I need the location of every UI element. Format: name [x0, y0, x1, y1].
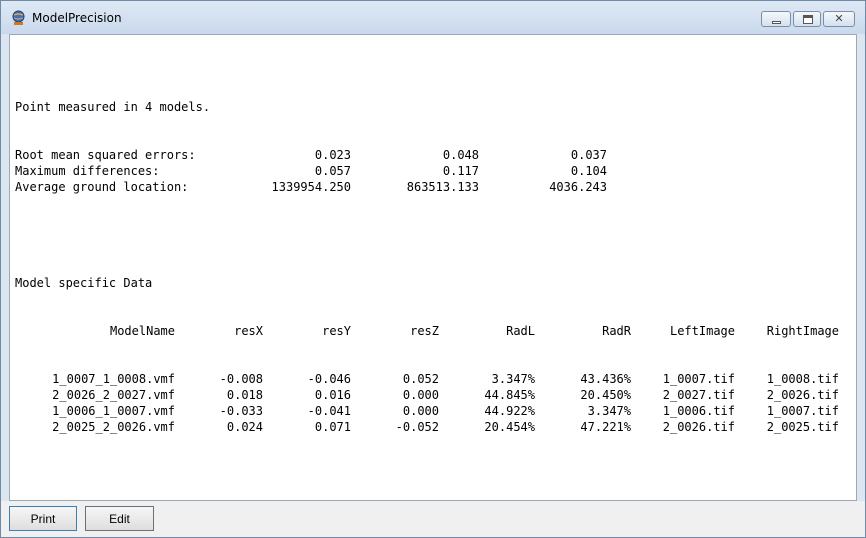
summary-row: Maximum differences: 0.057 0.117 0.104	[15, 163, 607, 179]
column-header: RightImage	[766, 324, 839, 338]
close-icon: ✕	[834, 12, 844, 25]
maximize-button[interactable]	[793, 11, 821, 27]
summary-block: Root mean squared errors: 0.023 0.048 0.037…	[15, 147, 607, 195]
table-row: 2_0026_2_0027.vmf 0.018 0.016 0.000 44.845% 2…	[15, 387, 839, 403]
summary-value: 0.104	[570, 164, 607, 178]
summary-value: 0.037	[570, 148, 607, 162]
section-title: Model specific Data	[15, 276, 153, 290]
app-globe-icon	[12, 10, 25, 25]
summary-value: 4036.243	[549, 180, 607, 194]
table-body: 1_0007_1_0008.vmf -0.008 -0.046 0.052 3.347%…	[15, 371, 839, 435]
table-row: 1_0007_1_0008.vmf -0.008 -0.046 0.052 3.347%…	[15, 371, 839, 387]
window-title: ModelPrecision	[32, 11, 122, 25]
table-cell: 2_0025.tif	[766, 420, 839, 434]
minimize-icon	[772, 21, 781, 24]
table-header-row: ModelName resX resY resZ RadL RadR LeftImage Ri…	[15, 323, 839, 339]
summary-row: Root mean squared errors: 0.023 0.048 0.037	[15, 147, 607, 163]
report-text-area[interactable]: Point measured in 4 models. Root mean sq…	[9, 34, 857, 501]
print-button[interactable]: Print	[9, 506, 77, 531]
table-cell: 2_0026.tif	[766, 388, 839, 402]
minimize-button[interactable]	[761, 11, 791, 27]
edit-button[interactable]: Edit	[85, 506, 154, 531]
table-cell: 1_0008.tif	[766, 372, 839, 386]
table-row: 1_0006_1_0007.vmf -0.033 -0.041 0.000 44.922…	[15, 403, 839, 419]
maximize-icon	[803, 15, 813, 24]
report-header-line: Point measured in 4 models.	[15, 100, 211, 114]
report-body: Point measured in 4 models. Root mean sq…	[15, 67, 839, 467]
title-bar[interactable]: ModelPrecision ✕	[1, 1, 865, 34]
close-button[interactable]: ✕	[823, 11, 855, 27]
table-row: 2_0025_2_0026.vmf 0.024 0.071 -0.052 20.454%…	[15, 419, 839, 435]
table-cell: 1_0007.tif	[766, 404, 839, 418]
model-precision-window: ModelPrecision ✕ Point measured in 4 mod…	[0, 0, 866, 538]
summary-row: Average ground location: 1339954.250 86351…	[15, 179, 607, 195]
